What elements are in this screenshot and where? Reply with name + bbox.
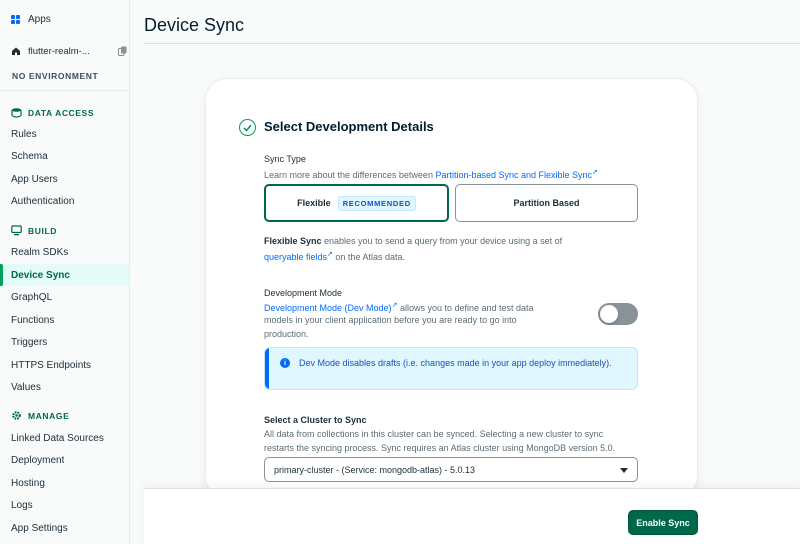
queryable-fields-link[interactable]: queryable fields bbox=[264, 252, 327, 262]
page-title: Device Sync bbox=[144, 15, 245, 35]
sidebar-item-rules[interactable]: Rules bbox=[0, 123, 129, 145]
sidebar-item-label: Device Sync bbox=[11, 269, 70, 281]
sync-comparison-link[interactable]: Partition-based Sync and Flexible Sync bbox=[435, 170, 592, 180]
cluster-selected-value: primary-cluster - (Service: mongodb-atla… bbox=[274, 464, 476, 475]
apps-link[interactable]: Apps bbox=[0, 8, 129, 30]
sidebar-item-logs[interactable]: Logs bbox=[0, 494, 129, 516]
dev-mode-toggle[interactable] bbox=[598, 303, 638, 325]
sidebar-item-label: GraphQL bbox=[11, 291, 53, 303]
sidebar-item-hosting[interactable]: Hosting bbox=[0, 472, 129, 494]
section-data-access: DATA ACCESS bbox=[11, 107, 94, 118]
external-link-icon: ↗ bbox=[592, 169, 598, 176]
desc-text: allows you to define and test data bbox=[397, 303, 534, 313]
partition-sync-option[interactable]: Partition Based bbox=[455, 184, 638, 222]
dev-mode-desc-line3: production. bbox=[264, 329, 309, 339]
flexible-sync-desc: Flexible Sync enables you to send a quer… bbox=[264, 236, 562, 246]
apps-grid-icon bbox=[11, 14, 20, 24]
section-title: BUILD bbox=[28, 225, 57, 236]
sidebar-item-label: Schema bbox=[11, 150, 48, 162]
section-heading: Select Development Details bbox=[264, 119, 434, 134]
caret-down-icon bbox=[620, 468, 628, 473]
help-text: Learn more about the differences between bbox=[264, 170, 436, 180]
sidebar-item-label: App Users bbox=[11, 173, 58, 185]
desc-text: on the Atlas data. bbox=[332, 252, 405, 262]
section-manage: MANAGE bbox=[11, 410, 69, 421]
setup-card: Select Development Details Sync Type Lea… bbox=[205, 78, 698, 498]
sidebar-item-realm-sdks[interactable]: Realm SDKs bbox=[0, 241, 129, 263]
app-selector[interactable]: flutter-realm-... bbox=[0, 40, 129, 62]
dev-mode-label: Development Mode bbox=[264, 288, 343, 298]
leaf-icon bbox=[11, 107, 22, 118]
cluster-label: Select a Cluster to Sync bbox=[264, 415, 367, 425]
home-icon bbox=[11, 46, 21, 56]
environment-label: NO ENVIRONMENT bbox=[12, 71, 99, 81]
section-build: BUILD bbox=[11, 225, 57, 236]
sync-type-help: Learn more about the differences between… bbox=[264, 168, 598, 180]
sidebar-item-label: Functions bbox=[11, 314, 55, 326]
sidebar-item-label: HTTPS Endpoints bbox=[11, 359, 92, 371]
sidebar-item-label: Values bbox=[11, 381, 41, 393]
option-label: Partition Based bbox=[513, 198, 580, 208]
flexible-sync-desc-line2: queryable fields↗ on the Atlas data. bbox=[264, 250, 405, 262]
sidebar-item-functions[interactable]: Functions bbox=[0, 309, 129, 331]
app-name: flutter-realm-... bbox=[28, 45, 90, 57]
sidebar-item-authentication[interactable]: Authentication bbox=[0, 190, 129, 212]
sidebar-item-label: Triggers bbox=[11, 336, 48, 348]
sidebar-item-app-settings[interactable]: App Settings bbox=[0, 517, 129, 539]
copy-icon[interactable] bbox=[118, 46, 127, 56]
gear-icon bbox=[11, 410, 22, 421]
section-title: DATA ACCESS bbox=[28, 107, 95, 118]
sidebar-item-label: Hosting bbox=[11, 477, 45, 489]
dev-mode-desc-line1: Development Mode (Dev Mode)↗ allows you … bbox=[264, 301, 534, 313]
sidebar-item-deployment[interactable]: Deployment bbox=[0, 449, 129, 471]
sidebar-item-device-sync[interactable]: Device Sync bbox=[0, 264, 129, 286]
flexible-sync-option[interactable]: Flexible RECOMMENDED bbox=[264, 184, 449, 222]
info-icon: i bbox=[280, 358, 290, 368]
sidebar-item-label: Authentication bbox=[11, 195, 75, 207]
sidebar-item-triggers[interactable]: Triggers bbox=[0, 331, 129, 353]
sidebar-item-label: Realm SDKs bbox=[11, 246, 69, 258]
sidebar-item-label: Deployment bbox=[11, 454, 65, 466]
toggle-knob bbox=[600, 305, 618, 323]
sidebar-item-label: Linked Data Sources bbox=[11, 432, 104, 444]
sidebar-item-label: Rules bbox=[11, 128, 37, 140]
sidebar-item-https-endpoints[interactable]: HTTPS Endpoints bbox=[0, 354, 129, 376]
footer-bar: Enable Sync bbox=[144, 488, 800, 544]
sidebar-item-label: App Settings bbox=[11, 522, 68, 534]
check-circle-icon bbox=[239, 119, 256, 136]
cluster-desc-line2: restarts the syncing process. Sync requi… bbox=[264, 443, 616, 453]
title-divider bbox=[144, 43, 800, 44]
cluster-desc-line1: All data from collections in this cluste… bbox=[264, 429, 604, 439]
sidebar-item-label: Logs bbox=[11, 499, 33, 511]
desc-text: enables you to send a query from your de… bbox=[321, 236, 563, 246]
main-content: Device Sync Select Development Details S… bbox=[130, 0, 800, 544]
sidebar-item-linked-data-sources[interactable]: Linked Data Sources bbox=[0, 427, 129, 449]
sidebar-item-schema[interactable]: Schema bbox=[0, 145, 129, 167]
sidebar-item-app-users[interactable]: App Users bbox=[0, 168, 129, 190]
section-title: MANAGE bbox=[28, 410, 70, 421]
monitor-icon bbox=[11, 225, 22, 236]
sidebar: Apps flutter-realm-... NO ENVIRONMENT DA… bbox=[0, 0, 130, 544]
dev-mode-link[interactable]: Development Mode (Dev Mode) bbox=[264, 303, 392, 313]
enable-sync-button[interactable]: Enable Sync bbox=[628, 510, 698, 535]
callout-text: Dev Mode disables drafts (i.e. changes m… bbox=[299, 358, 612, 368]
cluster-select[interactable]: primary-cluster - (Service: mongodb-atla… bbox=[264, 457, 638, 482]
dev-mode-callout: i Dev Mode disables drafts (i.e. changes… bbox=[264, 347, 638, 390]
sidebar-item-values[interactable]: Values bbox=[0, 376, 129, 398]
recommended-badge: RECOMMENDED bbox=[337, 195, 416, 211]
dev-mode-desc-line2: models in your client application before… bbox=[264, 315, 517, 325]
sidebar-divider bbox=[0, 90, 129, 91]
option-label: Flexible bbox=[297, 198, 331, 208]
desc-bold: Flexible Sync bbox=[264, 236, 322, 246]
apps-label: Apps bbox=[28, 13, 51, 25]
sidebar-item-graphql[interactable]: GraphQL bbox=[0, 286, 129, 308]
sync-type-label: Sync Type bbox=[264, 154, 306, 164]
